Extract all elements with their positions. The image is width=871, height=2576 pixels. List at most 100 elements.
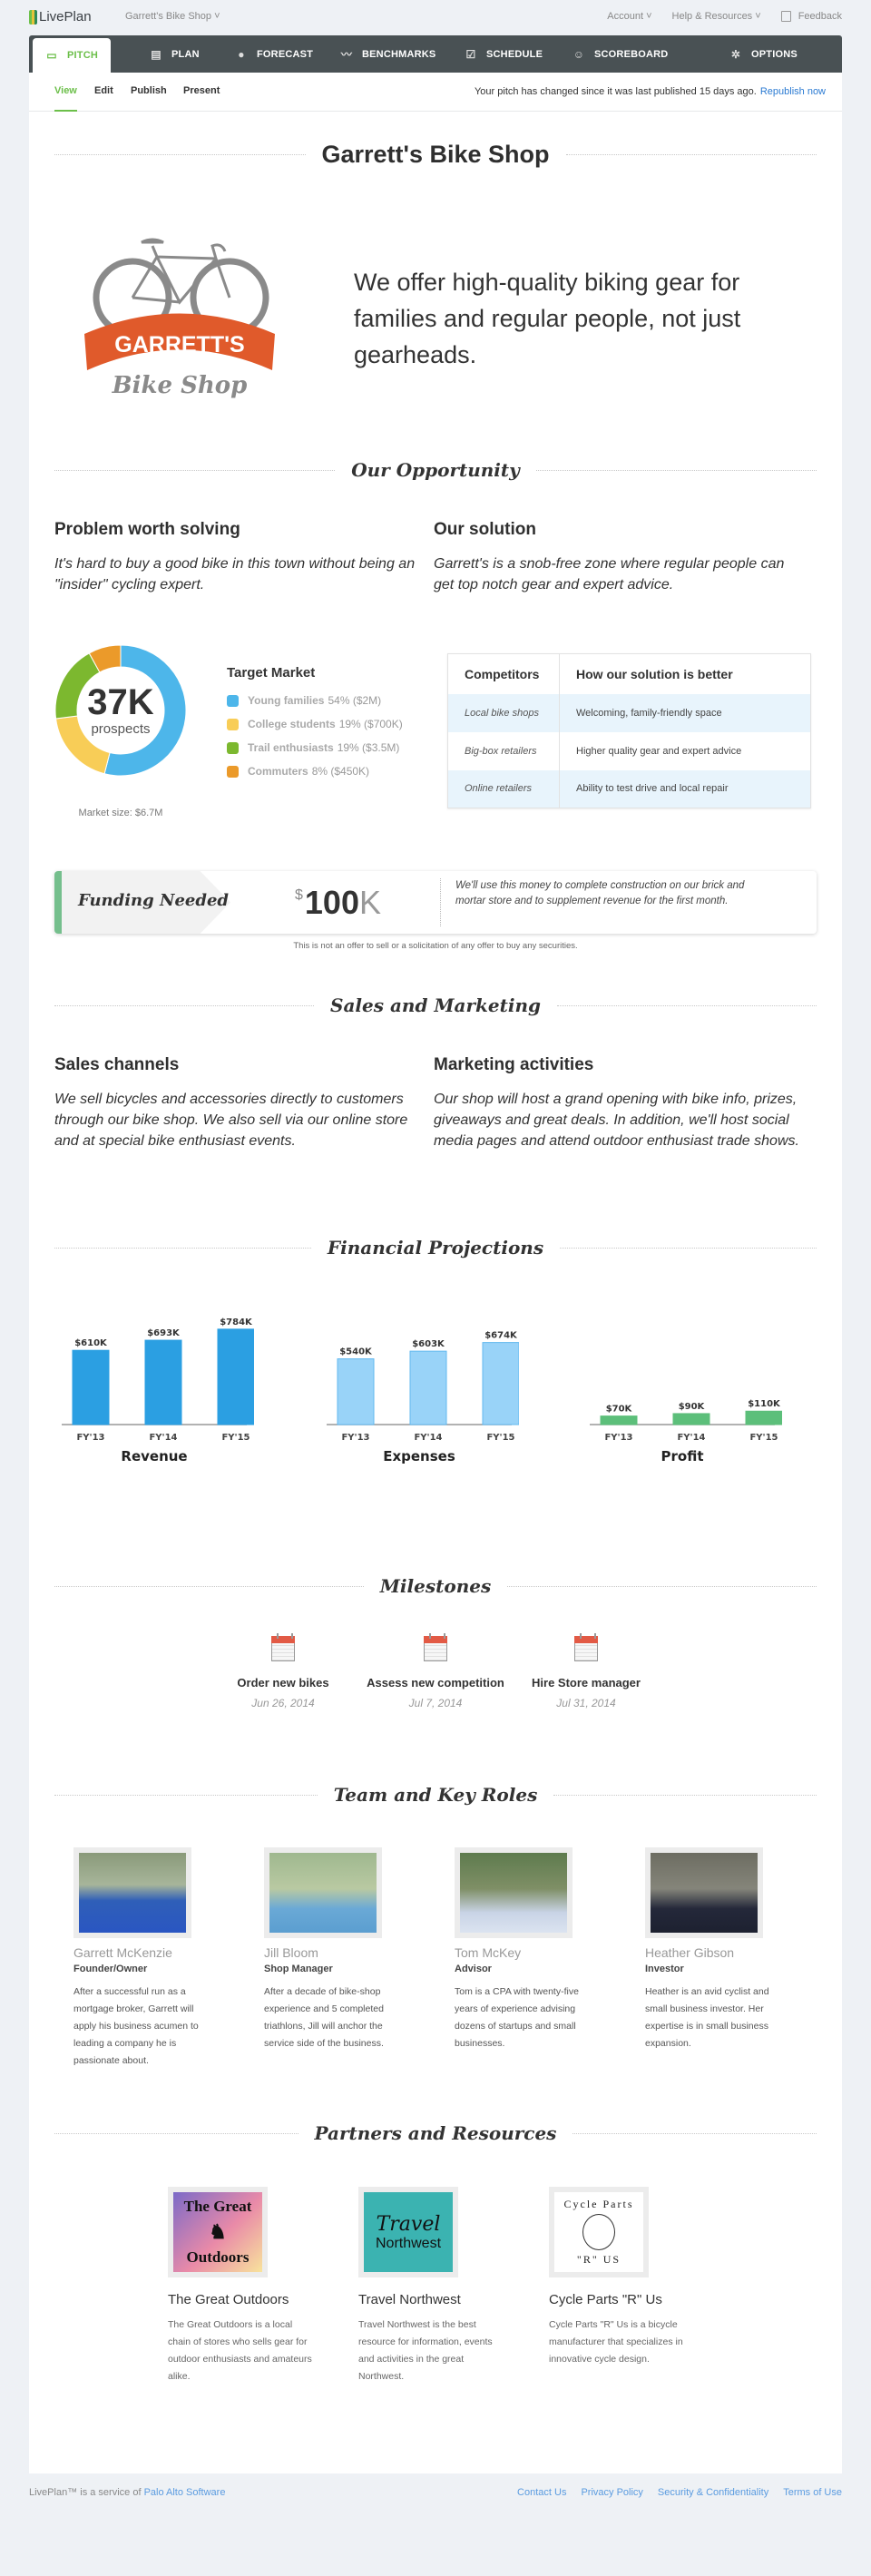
pitch-tagline: We offer high-quality biking gear for fa… — [354, 269, 741, 368]
contact-us-link[interactable]: Contact Us — [517, 2487, 566, 2498]
chart-title: Revenue — [121, 1448, 188, 1464]
subtab-view[interactable]: View — [54, 85, 77, 113]
logo-text: "R" US — [576, 2253, 621, 2266]
member-photo — [73, 1847, 191, 1938]
advantage-cell: Higher quality gear and expert advice — [576, 745, 742, 757]
privacy-policy-link[interactable]: Privacy Policy — [581, 2487, 642, 2498]
marketing-heading: Marketing activities — [434, 1055, 594, 1074]
partner-item: Cycle Parts "R" US Cycle Parts "R" Us Cyc… — [549, 2187, 703, 2368]
logo-script-text: Bike Shop — [112, 372, 248, 399]
partner-item: The Great ♞ Outdoors The Great Outdoors Th… — [168, 2187, 322, 2385]
checkbox-icon: ☑ — [465, 47, 476, 61]
section-title-milestones: Milestones — [54, 1572, 817, 1600]
bar-value-label: $693K — [147, 1328, 181, 1338]
bar-value-label: $90K — [679, 1402, 706, 1412]
feedback-icon — [780, 11, 791, 23]
funding-label: Funding Needed — [78, 891, 229, 910]
donut-center: 37K prospects — [53, 683, 189, 737]
footer: LivePlan™ is a service of Palo Alto Soft… — [29, 2487, 842, 2498]
gear-icon: ✲ — [730, 47, 741, 61]
subtab-publish[interactable]: Publish — [131, 85, 167, 96]
funding-accent-bar — [54, 871, 62, 934]
subtab-edit[interactable]: Edit — [94, 85, 113, 96]
bar-value-label: $603K — [412, 1339, 445, 1349]
account-label: Account — [607, 11, 644, 23]
calendar-icon — [574, 1633, 598, 1661]
segment-detail: 19% ($3.5M) — [337, 741, 400, 754]
segment-detail: 19% ($700K) — [338, 718, 403, 730]
milestone-item: Hire Store manager Jul 31, 2014 — [514, 1633, 659, 1709]
feedback-link[interactable]: Feedback — [780, 11, 842, 23]
help-menu[interactable]: Help & Resources ˅ — [672, 11, 761, 22]
team-member: Garrett McKenzie Founder/Owner After a suc… — [73, 1847, 210, 2070]
nav-tab-pitch[interactable]: ▭ PITCH — [33, 38, 111, 73]
legend-swatch — [227, 765, 239, 778]
logo-banner-text: GARRETT'S — [114, 332, 244, 358]
nav-tab-options[interactable]: ✲ OPTIONS — [729, 35, 798, 73]
legend-item: College students 19% ($700K) — [227, 712, 403, 736]
help-label: Help & Resources — [671, 11, 753, 23]
nav-label: OPTIONS — [751, 48, 798, 60]
trend-line-icon: 〰 — [340, 48, 353, 61]
bar-profit-2 — [745, 1410, 782, 1425]
currency-symbol: $ — [295, 887, 303, 903]
bar-value-label: $610K — [74, 1338, 108, 1348]
logo-text: Travel — [376, 2212, 441, 2236]
advantage-cell: Ability to test drive and local repair — [559, 769, 811, 808]
account-menu[interactable]: Account ˅ — [607, 11, 651, 22]
bar-revenue-2 — [217, 1328, 254, 1425]
security-link[interactable]: Security & Confidentiality — [658, 2487, 768, 2498]
advantage-cell: Welcoming, family-friendly space — [559, 693, 811, 732]
funding-needed-banner: Funding Needed $100K We'll use this mone… — [54, 871, 817, 934]
palo-alto-link[interactable]: Palo Alto Software — [144, 2487, 226, 2498]
sales-channels-text: We sell bicycles and accessories directl… — [54, 1092, 408, 1149]
partner-description: Travel Northwest is the best resource fo… — [358, 2319, 493, 2382]
legend-swatch — [227, 718, 239, 730]
table-row: Online retailers Ability to test drive an… — [447, 769, 811, 808]
member-bio: After a successful run as a mortgage bro… — [73, 1986, 199, 2066]
sub-nav: View Edit Publish Present Your pitch has… — [29, 73, 842, 113]
liveplan-logo[interactable]: LivePlan — [29, 9, 92, 24]
member-name: Jill Bloom — [264, 1945, 318, 1960]
segment-name: Young families — [248, 694, 325, 707]
monitor-icon: ▭ — [46, 49, 57, 62]
funding-description: We'll use this money to complete constru… — [455, 880, 745, 906]
x-tick-label: FY'14 — [677, 1433, 705, 1443]
main-nav: ▭ PITCH ▤ PLAN ● FORECAST 〰 BENCHMARKS ☑ SCHE… — [29, 35, 842, 73]
chevron-down-icon: ˅ — [646, 11, 652, 23]
divider — [440, 878, 441, 926]
competitor-cell: Big-box retailers — [447, 731, 560, 770]
expenses-chart: $540K FY'13 $603K FY'14 $674K FY'15 Expenses — [319, 1296, 519, 1477]
nav-tab-forecast[interactable]: ● FORECAST — [235, 35, 313, 73]
nav-tab-scoreboard[interactable]: ☺ SCOREBOARD — [573, 35, 668, 73]
logo-text: LivePlan — [39, 9, 92, 24]
legend-item: Young families 54% ($2M) — [227, 689, 403, 712]
terms-link[interactable]: Terms of Use — [783, 2487, 842, 2498]
member-role: Founder/Owner — [73, 1964, 148, 1974]
competitor-cell: Local bike shops — [447, 693, 560, 732]
nav-tab-benchmarks[interactable]: 〰 BENCHMARKS — [340, 35, 436, 73]
nav-tab-schedule[interactable]: ☑ SCHEDULE — [465, 35, 543, 73]
notice-text: Your pitch has changed since it was last… — [474, 86, 757, 97]
partner-name: Travel Northwest — [358, 2292, 461, 2307]
member-bio: Tom is a CPA with twenty-five years of e… — [455, 1986, 579, 2049]
logo-text: The Great — [183, 2198, 252, 2215]
x-tick-label: FY'14 — [149, 1433, 177, 1443]
marketing-text: Our shop will host a grand opening with … — [434, 1092, 799, 1149]
segment-detail: 8% ($450K) — [311, 765, 370, 778]
republish-link[interactable]: Republish now — [760, 86, 826, 97]
prospects-label: prospects — [91, 721, 151, 737]
table-header-row: Competitors How our solution is better — [447, 653, 811, 694]
solution-text: Garrett's is a snob-free zone where regu… — [434, 556, 785, 593]
logo-text: Cycle Parts — [563, 2198, 634, 2210]
business-switcher[interactable]: Garrett's Bike Shop ˅ — [125, 11, 220, 22]
member-role: Shop Manager — [264, 1964, 333, 1974]
subtab-present[interactable]: Present — [183, 85, 220, 96]
sales-channels-heading: Sales channels — [54, 1055, 180, 1074]
wheel-icon — [582, 2214, 615, 2250]
target-market-title: Target Market — [227, 665, 316, 681]
revenue-chart: $610K FY'13 $693K FY'14 $784K FY'15 Revenue — [54, 1296, 254, 1477]
nav-tab-plan[interactable]: ▤ PLAN — [150, 35, 200, 73]
team-member: Heather Gibson Investor Heather is an avid… — [645, 1847, 781, 2052]
section-title-text: Milestones — [379, 1575, 492, 1597]
